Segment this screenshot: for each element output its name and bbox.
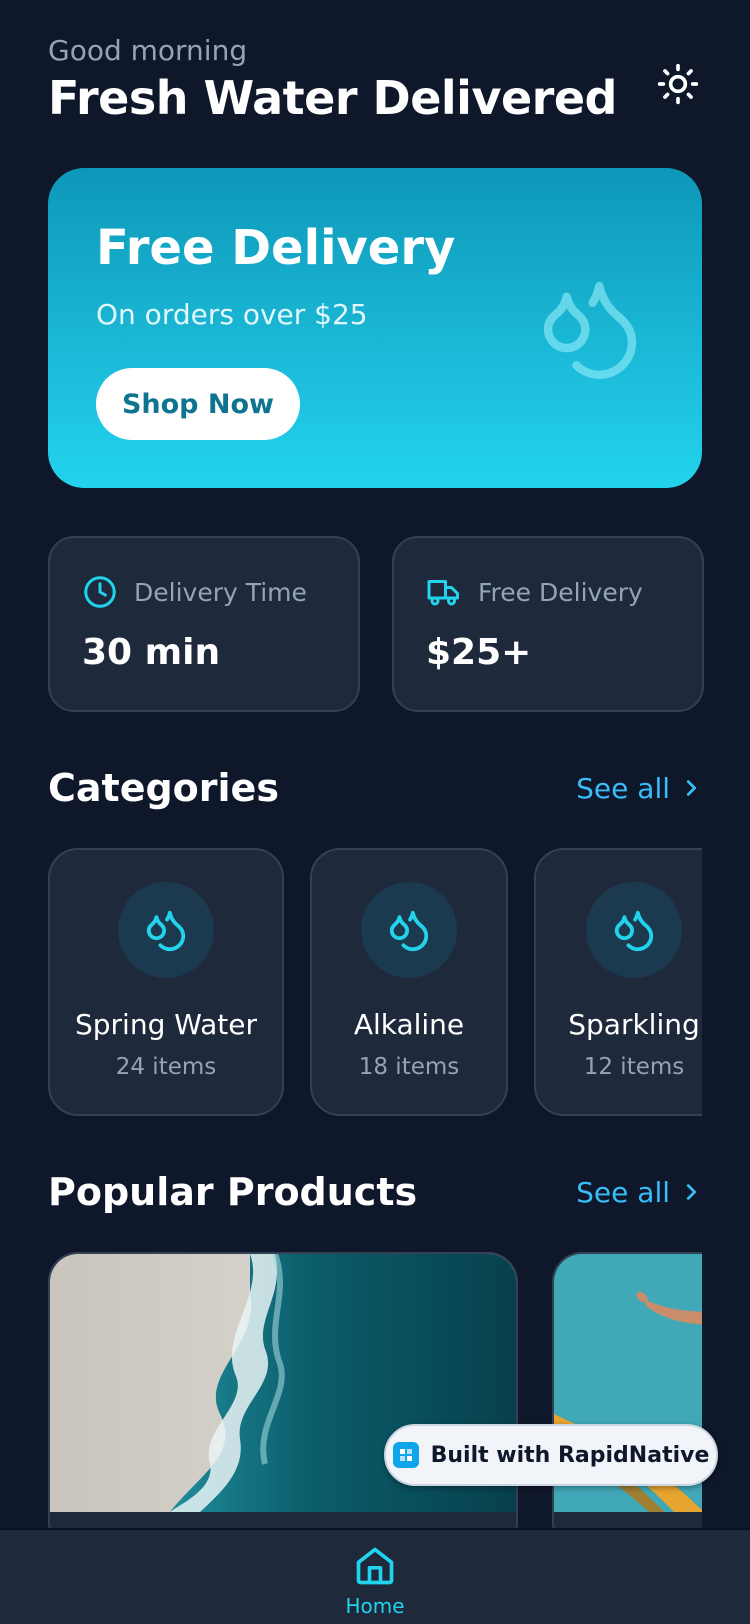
category-card-alkaline[interactable]: Alkaline 18 items [310,848,508,1116]
chevron-right-icon [686,1184,697,1200]
stat-label: Delivery Time [134,577,307,607]
greeting-text: Good morning [48,34,248,67]
delivery-time-card: Delivery Time 30 min [48,536,360,712]
category-card-spring-water[interactable]: Spring Water 24 items [48,848,284,1116]
products-list [48,1252,702,1528]
popular-products-title: Popular Products [48,1170,418,1214]
truck-icon [427,580,459,606]
banner-title: Free Delivery [96,220,456,276]
clock-icon [84,576,116,608]
category-count: 12 items [583,1054,685,1080]
header: Good morning Fresh Water Delivered [48,34,702,134]
sun-icon [657,63,699,105]
water-drops-icon [146,910,186,952]
free-delivery-card: Free Delivery $25+ [392,536,704,712]
theme-toggle-button[interactable] [654,60,702,108]
category-icon-circle [118,882,214,978]
category-icon-circle [586,882,682,978]
products-see-all-link[interactable]: See all [576,1176,702,1209]
water-drops-icon [614,910,654,952]
home-icon [356,1547,394,1585]
category-name: Alkaline [353,1008,465,1041]
stat-label: Free Delivery [478,577,643,607]
stat-value: $25+ [426,632,532,673]
see-all-label: See all [576,1175,670,1209]
water-drops-icon [543,281,637,379]
chevron-right-icon [686,780,697,796]
stat-value: 30 min [82,632,221,673]
category-name: Spring Water [74,1008,258,1041]
bottom-nav: Home [0,1528,750,1624]
shop-now-button[interactable]: Shop Now [96,368,300,440]
built-with-badge[interactable]: Built with RapidNative [384,1424,718,1486]
categories-title: Categories [48,766,279,810]
nav-tab-label: Home [345,1594,405,1618]
categories-see-all-link[interactable]: See all [576,772,702,805]
category-card-sparkling[interactable]: Sparkling 12 items [534,848,702,1116]
categories-header: Categories See all [48,758,702,818]
badge-text: Built with RapidNative [430,1442,710,1468]
product-card[interactable] [552,1252,702,1528]
see-all-label: See all [576,771,670,805]
category-count: 24 items [115,1054,217,1080]
category-icon-circle [361,882,457,978]
promo-banner: Free Delivery On orders over $25 Shop No… [48,168,702,488]
banner-subtitle: On orders over $25 [96,298,368,331]
page-title: Fresh Water Delivered [48,71,617,125]
popular-products-header: Popular Products See all [48,1162,702,1222]
product-card[interactable] [48,1252,518,1528]
category-name: Sparkling [568,1008,700,1041]
categories-list: Spring Water 24 items Alkaline 18 items … [48,848,702,1118]
rapidnative-logo-icon [392,1442,419,1468]
nav-tab-home[interactable]: Home [335,1544,415,1624]
water-drops-icon [389,910,429,952]
category-count: 18 items [358,1054,460,1080]
